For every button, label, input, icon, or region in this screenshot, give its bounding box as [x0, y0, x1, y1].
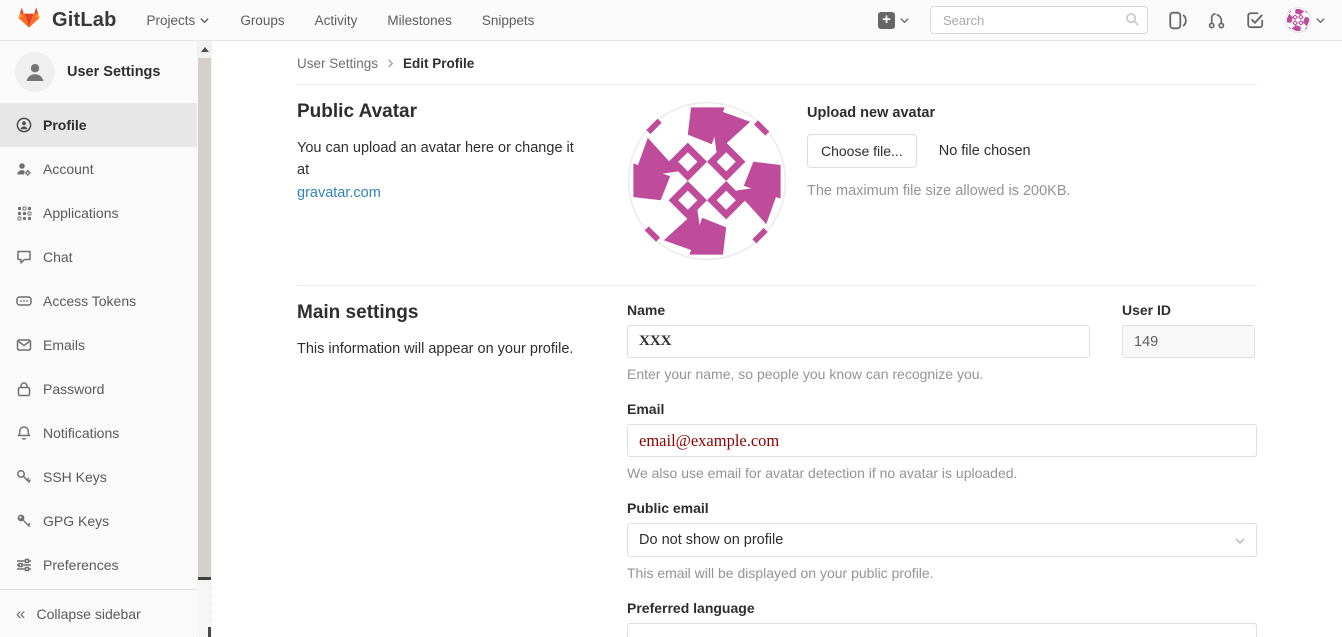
sidebar-item-emails[interactable]: Emails — [0, 323, 197, 367]
new-dropdown-button[interactable]: + — [878, 12, 910, 29]
sidebar-item-profile[interactable]: Profile — [0, 103, 197, 147]
sidebar-item-access-tokens[interactable]: Access Tokens — [0, 279, 197, 323]
sidebar-item-label: Account — [43, 161, 94, 177]
chevron-down-icon — [199, 15, 210, 26]
nav-activity[interactable]: Activity — [315, 13, 358, 28]
main-content: User Settings Edit Profile Public Avatar… — [212, 41, 1342, 637]
gravatar-link[interactable]: gravatar.com — [297, 185, 381, 201]
email-field[interactable] — [627, 424, 1257, 457]
sidebar-item-label: Applications — [43, 205, 119, 221]
max-file-size-text: The maximum file size allowed is 200KB. — [807, 183, 1071, 199]
chat-icon — [16, 249, 32, 265]
user-id-label: User ID — [1122, 302, 1255, 318]
breadcrumb-current: Edit Profile — [403, 56, 474, 71]
upload-new-avatar-title: Upload new avatar — [807, 105, 1071, 121]
sidebar-scrollbar[interactable] — [197, 41, 212, 637]
name-label: Name — [627, 302, 1090, 318]
gitlab-logo[interactable]: GitLab — [16, 5, 117, 35]
sidebar-item-label: SSH Keys — [43, 469, 107, 485]
notifications-icon — [16, 425, 32, 441]
todos-icon[interactable] — [1246, 11, 1265, 30]
main-settings-title: Main settings — [297, 302, 587, 324]
chevron-down-icon — [1315, 15, 1326, 26]
sidebar-item-account[interactable]: Account — [0, 147, 197, 191]
name-help-text: Enter your name, so people you know can … — [627, 366, 1090, 382]
account-icon — [16, 161, 32, 177]
access-tokens-icon — [16, 293, 32, 309]
gpg-keys-icon — [16, 513, 32, 529]
profile-icon — [16, 117, 32, 133]
sidebar-header: User Settings — [0, 41, 197, 103]
sidebar-item-label: Access Tokens — [43, 293, 136, 309]
collapse-sidebar-label: Collapse sidebar — [36, 606, 140, 622]
scrollbar-notch — [208, 627, 211, 637]
preferred-language-select[interactable] — [627, 623, 1257, 637]
applications-icon — [16, 205, 32, 221]
sidebar-item-label: Chat — [43, 249, 73, 265]
sidebar-item-gpg-keys[interactable]: GPG Keys — [0, 499, 197, 543]
password-icon — [16, 381, 32, 397]
breadcrumb: User Settings Edit Profile — [297, 41, 1257, 85]
sidebar-item-preferences[interactable]: Preferences — [0, 543, 197, 587]
public-email-select[interactable]: Do not show on profile — [627, 523, 1257, 557]
sidebar-item-applications[interactable]: Applications — [0, 191, 197, 235]
global-search — [930, 6, 1148, 34]
main-settings-section: Main settings This information will appe… — [297, 286, 1257, 637]
name-field[interactable] — [627, 325, 1090, 358]
ssh-keys-icon — [16, 469, 32, 485]
preferences-icon — [16, 557, 32, 573]
top-nav-links: Projects Groups Activity Milestones Snip… — [147, 13, 535, 28]
chevron-down-icon — [899, 15, 910, 26]
email-help-text: We also use email for avatar detection i… — [627, 465, 1257, 481]
chevron-down-icon — [1234, 535, 1246, 551]
top-navbar: GitLab Projects Groups Activity Mileston… — [0, 0, 1342, 41]
issues-icon[interactable] — [1168, 11, 1187, 30]
collapse-sidebar-button[interactable]: « Collapse sidebar — [0, 589, 197, 637]
tanuki-icon — [16, 5, 42, 35]
search-icon — [1125, 12, 1140, 32]
user-menu[interactable] — [1285, 7, 1326, 33]
nav-projects[interactable]: Projects — [147, 13, 211, 28]
chevron-right-icon — [386, 59, 395, 68]
user-id-field — [1122, 325, 1255, 358]
public-avatar-description: You can upload an avatar here or change … — [297, 140, 574, 178]
nav-milestones[interactable]: Milestones — [387, 13, 452, 28]
main-settings-description: This information will appear on your pro… — [297, 338, 587, 360]
choose-file-button[interactable]: Choose file... — [807, 134, 917, 168]
sidebar-item-ssh-keys[interactable]: SSH Keys — [0, 455, 197, 499]
user-avatar — [1285, 7, 1311, 33]
preferred-language-label: Preferred language — [627, 600, 1257, 616]
merge-requests-icon[interactable] — [1207, 11, 1226, 30]
public-avatar-section: Public Avatar You can upload an avatar h… — [297, 85, 1257, 261]
angle-double-left-icon: « — [16, 605, 25, 622]
public-email-help-text: This email will be displayed on your pub… — [627, 565, 1257, 581]
nav-snippets[interactable]: Snippets — [482, 13, 535, 28]
public-email-label: Public email — [627, 500, 1257, 516]
breadcrumb-parent[interactable]: User Settings — [297, 56, 378, 71]
sidebar-item-label: Emails — [43, 337, 85, 353]
public-email-selected-value: Do not show on profile — [639, 532, 783, 548]
profile-avatar-image — [627, 101, 787, 261]
logo-text: GitLab — [52, 9, 117, 32]
sidebar-item-chat[interactable]: Chat — [0, 235, 197, 279]
sidebar-scrollbar-thumb[interactable] — [198, 58, 211, 580]
email-label: Email — [627, 401, 1257, 417]
sidebar-item-label: GPG Keys — [43, 513, 109, 529]
sidebar-item-notifications[interactable]: Notifications — [0, 411, 197, 455]
sidebar-item-label: Notifications — [43, 425, 119, 441]
search-input[interactable] — [930, 6, 1148, 34]
no-file-chosen-text: No file chosen — [939, 143, 1031, 159]
settings-sidebar: User Settings Profile Account Applicatio… — [0, 41, 212, 637]
sidebar-title: User Settings — [67, 64, 160, 80]
sidebar-item-label: Profile — [43, 117, 87, 133]
public-avatar-title: Public Avatar — [297, 101, 587, 123]
scrollbar-up-arrow-icon[interactable] — [197, 41, 212, 58]
nav-groups[interactable]: Groups — [240, 13, 284, 28]
plus-icon: + — [878, 12, 895, 29]
user-settings-avatar-icon — [15, 52, 55, 92]
sidebar-item-label: Password — [43, 381, 104, 397]
emails-icon — [16, 337, 32, 353]
sidebar-item-password[interactable]: Password — [0, 367, 197, 411]
sidebar-item-label: Preferences — [43, 557, 118, 573]
